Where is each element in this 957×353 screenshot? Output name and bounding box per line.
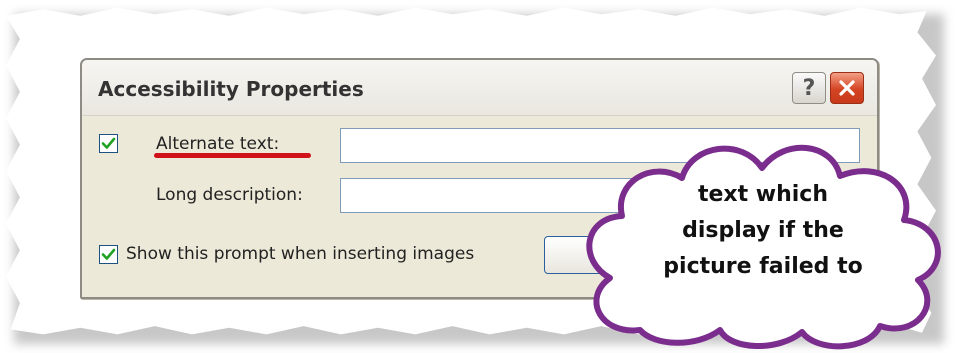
callout-line: text which	[697, 182, 829, 207]
show-prompt-label: Show this prompt when inserting images	[126, 244, 475, 264]
callout-text: text which display if the picture failed…	[618, 177, 908, 285]
long-description-label: Long description:	[156, 185, 303, 205]
close-button[interactable]	[830, 72, 864, 104]
help-button[interactable]: ?	[792, 72, 826, 104]
checkmark-icon	[101, 137, 116, 149]
help-icon: ?	[802, 75, 816, 101]
close-icon	[839, 80, 855, 96]
callout-line: picture failed to	[663, 254, 863, 279]
alternate-text-label: Alternate text:	[156, 134, 280, 154]
dialog-title: Accessibility Properties	[98, 77, 364, 101]
show-prompt-checkbox[interactable]	[99, 245, 118, 264]
red-underline-annotation	[154, 153, 311, 158]
title-bar[interactable]: Accessibility Properties ?	[82, 60, 877, 116]
checkmark-icon	[101, 248, 116, 260]
callout-line: display if the	[682, 218, 844, 243]
alternate-text-checkbox[interactable]	[99, 134, 118, 153]
